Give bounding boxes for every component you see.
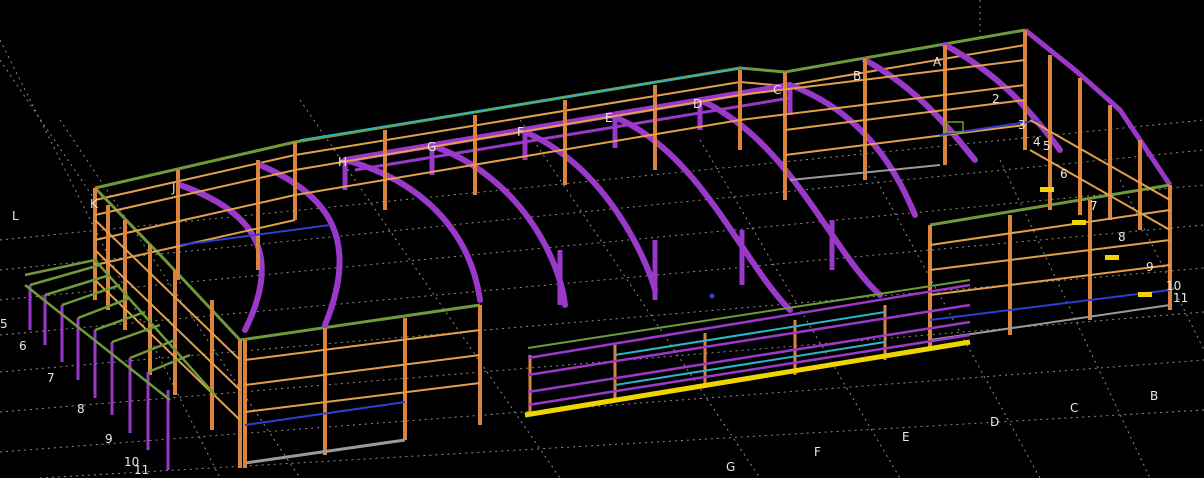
grid-label: H [338, 155, 347, 169]
grid-label: K [90, 197, 99, 211]
steel-frame-3d-model[interactable]: A B C D E F G H J K 2 3 4 5 6 7 8 9 10 1… [0, 0, 1204, 478]
grid-label: E [605, 111, 613, 125]
grid-label: D [693, 97, 702, 111]
grid-label: 9 [105, 432, 113, 446]
grid-label: 4 [1033, 135, 1041, 149]
grid-label: 8 [77, 402, 85, 416]
cad-viewport[interactable]: A B C D E F G H J K 2 3 4 5 6 7 8 9 10 1… [0, 0, 1204, 478]
grid-label: F [517, 125, 524, 139]
grid-label: B [1150, 389, 1158, 403]
grid-label: G [427, 140, 436, 154]
grid-label: 11 [134, 463, 149, 477]
grid-label: 8 [1118, 230, 1126, 244]
grid-label: 3 [1018, 118, 1026, 132]
grid-label: C [1070, 401, 1078, 415]
grid-label: J [171, 181, 176, 195]
grid-label: L [12, 209, 19, 223]
grid-label: D [990, 415, 999, 429]
grid-label: 5 [1043, 139, 1051, 153]
grid-label: G [726, 460, 735, 474]
grid-label: 7 [47, 371, 55, 385]
grid-label: 11 [1173, 291, 1188, 305]
grid-label: A [933, 55, 942, 69]
grid-label: 6 [19, 339, 27, 353]
grid-label: 5 [0, 317, 8, 331]
grid-label: 6 [1060, 167, 1068, 181]
grid-label: B [853, 69, 861, 83]
grid-label: 9 [1146, 260, 1154, 274]
grid-label: 2 [992, 92, 1000, 106]
grid-label: C [773, 83, 781, 97]
grid-label: 7 [1090, 199, 1098, 213]
grid-label: E [902, 430, 910, 444]
grid-label: F [814, 445, 821, 459]
